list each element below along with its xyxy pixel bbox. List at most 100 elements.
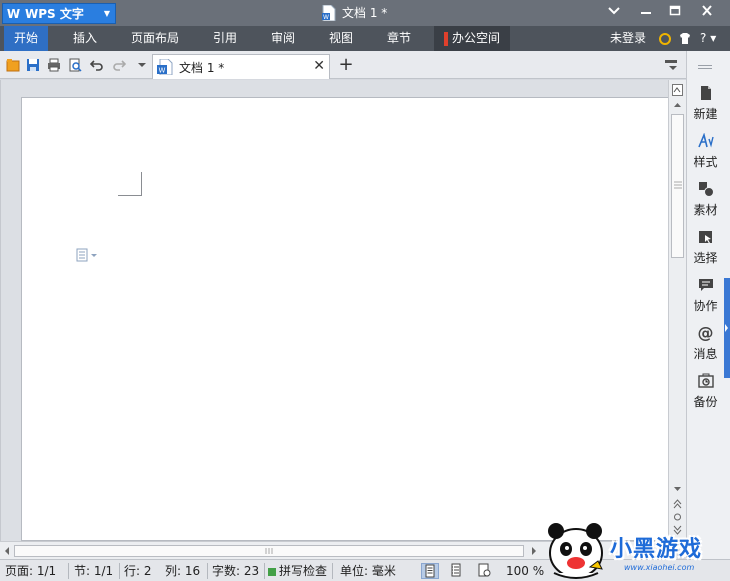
login-link[interactable]: 未登录 xyxy=(610,26,646,51)
customize-toolbar-icon[interactable] xyxy=(135,58,149,72)
side-item-label: 消息 xyxy=(693,347,718,361)
svg-text:W: W xyxy=(323,14,329,21)
tab-home[interactable]: 开始 xyxy=(4,26,49,51)
watermark-brand: 小黑游戏 xyxy=(610,537,703,562)
status-divider xyxy=(264,563,265,579)
tab-chapter[interactable]: 章节 xyxy=(377,26,421,51)
quick-access-toolbar: W 文档 1 * ✕ + xyxy=(0,51,686,79)
outline-view-button[interactable] xyxy=(448,563,466,579)
side-item-label: 素材 xyxy=(693,203,718,217)
svg-text:W: W xyxy=(159,67,166,75)
open-folder-icon[interactable] xyxy=(6,58,20,72)
print-preview-icon[interactable] xyxy=(68,58,82,72)
horizontal-scroll-thumb[interactable] xyxy=(14,545,524,557)
side-item-collaborate[interactable]: 协作 xyxy=(687,277,724,314)
title-bar: W WPS 文字 ▼ W 文档 1 * xyxy=(0,0,730,26)
new-tab-button[interactable]: + xyxy=(336,54,356,76)
status-unit[interactable]: 单位: 毫米 xyxy=(340,560,396,581)
paragraph-options-icon[interactable] xyxy=(76,248,97,262)
skin-icon[interactable] xyxy=(659,26,671,51)
style-icon xyxy=(697,133,714,148)
wps-logo-icon: W xyxy=(6,6,21,21)
word-document-icon: W xyxy=(157,59,173,75)
vertical-scrollbar[interactable] xyxy=(668,80,686,541)
status-divider xyxy=(119,563,120,579)
side-item-select[interactable]: 选择 xyxy=(687,229,724,266)
caret-down-icon: ▼ xyxy=(103,9,110,18)
minimize-icon[interactable] xyxy=(636,4,656,21)
side-item-messages[interactable]: @ 消息 xyxy=(687,325,724,362)
watermark-url: www.xiaohei.com xyxy=(624,563,695,572)
save-icon[interactable] xyxy=(26,58,40,72)
tab-list-icon[interactable] xyxy=(664,58,678,72)
vertical-scroll-thumb[interactable] xyxy=(671,114,684,258)
spell-check-label: 拼写检查 xyxy=(279,564,328,578)
page-view-icon xyxy=(425,564,435,578)
document-icon: W xyxy=(322,4,336,21)
status-divider xyxy=(207,563,208,579)
shirt-icon[interactable] xyxy=(679,26,691,51)
status-divider xyxy=(332,563,333,579)
scroll-left-icon[interactable] xyxy=(3,545,11,557)
chat-icon xyxy=(698,279,713,291)
maximize-icon[interactable] xyxy=(665,4,685,21)
undo-icon[interactable] xyxy=(90,58,104,72)
task-pane: 新建 样式 素材 选择 协作 @ 消息 备份 xyxy=(686,51,723,561)
watermark-logo: 小黑游戏 www.xiaohei.com xyxy=(540,513,730,581)
side-item-label: 样式 xyxy=(693,155,718,169)
shapes-icon xyxy=(698,182,714,197)
close-tab-icon[interactable]: ✕ xyxy=(313,58,325,74)
tab-review[interactable]: 审阅 xyxy=(261,26,305,51)
side-item-label: 新建 xyxy=(693,107,718,121)
spell-check-toggle[interactable]: 拼写检查 xyxy=(268,560,327,581)
side-item-label: 选择 xyxy=(693,251,718,265)
web-view-icon xyxy=(478,563,491,577)
document-canvas[interactable] xyxy=(0,80,669,541)
scroll-right-icon[interactable] xyxy=(530,545,538,557)
ruler-toggle-icon[interactable] xyxy=(672,84,683,96)
status-page[interactable]: 页面: 1/1 xyxy=(5,560,56,581)
tab-office-space[interactable]: 办公空间 xyxy=(434,26,511,51)
window-title-text: 文档 1 * xyxy=(342,6,388,20)
side-item-new[interactable]: 新建 xyxy=(687,85,724,122)
select-icon xyxy=(698,231,712,244)
menu-bar: 开始 插入 页面布局 引用 审阅 视图 章节 办公空间 未登录 ? ▾ xyxy=(0,26,730,51)
chevron-down-icon[interactable] xyxy=(604,4,624,21)
redo-icon[interactable] xyxy=(112,58,126,72)
side-item-label: 协作 xyxy=(693,299,718,313)
tab-references[interactable]: 引用 xyxy=(203,26,247,51)
app-menu-button[interactable]: W WPS 文字 ▼ xyxy=(2,3,116,24)
scroll-up-icon[interactable] xyxy=(672,100,683,110)
close-icon[interactable] xyxy=(697,4,717,21)
help-icon[interactable]: ? ▾ xyxy=(700,26,716,51)
backup-icon xyxy=(697,373,714,388)
status-column: 列: 16 xyxy=(165,564,201,578)
status-row: 行: 2 xyxy=(124,564,152,578)
at-sign-icon: @ xyxy=(697,323,714,342)
side-item-style[interactable]: 样式 xyxy=(687,133,724,170)
outline-view-icon xyxy=(451,563,461,577)
zoom-level[interactable]: 100 % xyxy=(506,560,544,581)
tab-view[interactable]: 视图 xyxy=(319,26,363,51)
new-document-icon xyxy=(700,86,711,100)
scroll-down-icon[interactable] xyxy=(672,484,683,494)
tab-insert[interactable]: 插入 xyxy=(63,26,107,51)
document-tab[interactable]: W 文档 1 * ✕ xyxy=(152,54,330,79)
spell-check-indicator-icon xyxy=(268,567,276,576)
status-divider xyxy=(68,563,69,579)
panel-grip[interactable] xyxy=(698,65,712,69)
web-view-button[interactable] xyxy=(476,563,494,579)
page-view-button[interactable] xyxy=(421,563,439,579)
document-page[interactable] xyxy=(21,97,669,541)
side-item-label: 备份 xyxy=(693,395,718,409)
panel-collapse-handle[interactable] xyxy=(724,278,730,378)
previous-page-icon[interactable] xyxy=(672,498,683,510)
side-item-backup[interactable]: 备份 xyxy=(687,373,724,410)
document-tab-label: 文档 1 * xyxy=(179,60,225,75)
window-title: W 文档 1 * xyxy=(322,4,387,21)
margin-corner-mark xyxy=(118,172,142,196)
side-item-material[interactable]: 素材 xyxy=(687,181,724,218)
print-icon[interactable] xyxy=(47,58,61,72)
status-word-count[interactable]: 字数: 23 xyxy=(212,560,259,581)
tab-page-layout[interactable]: 页面布局 xyxy=(121,26,189,51)
